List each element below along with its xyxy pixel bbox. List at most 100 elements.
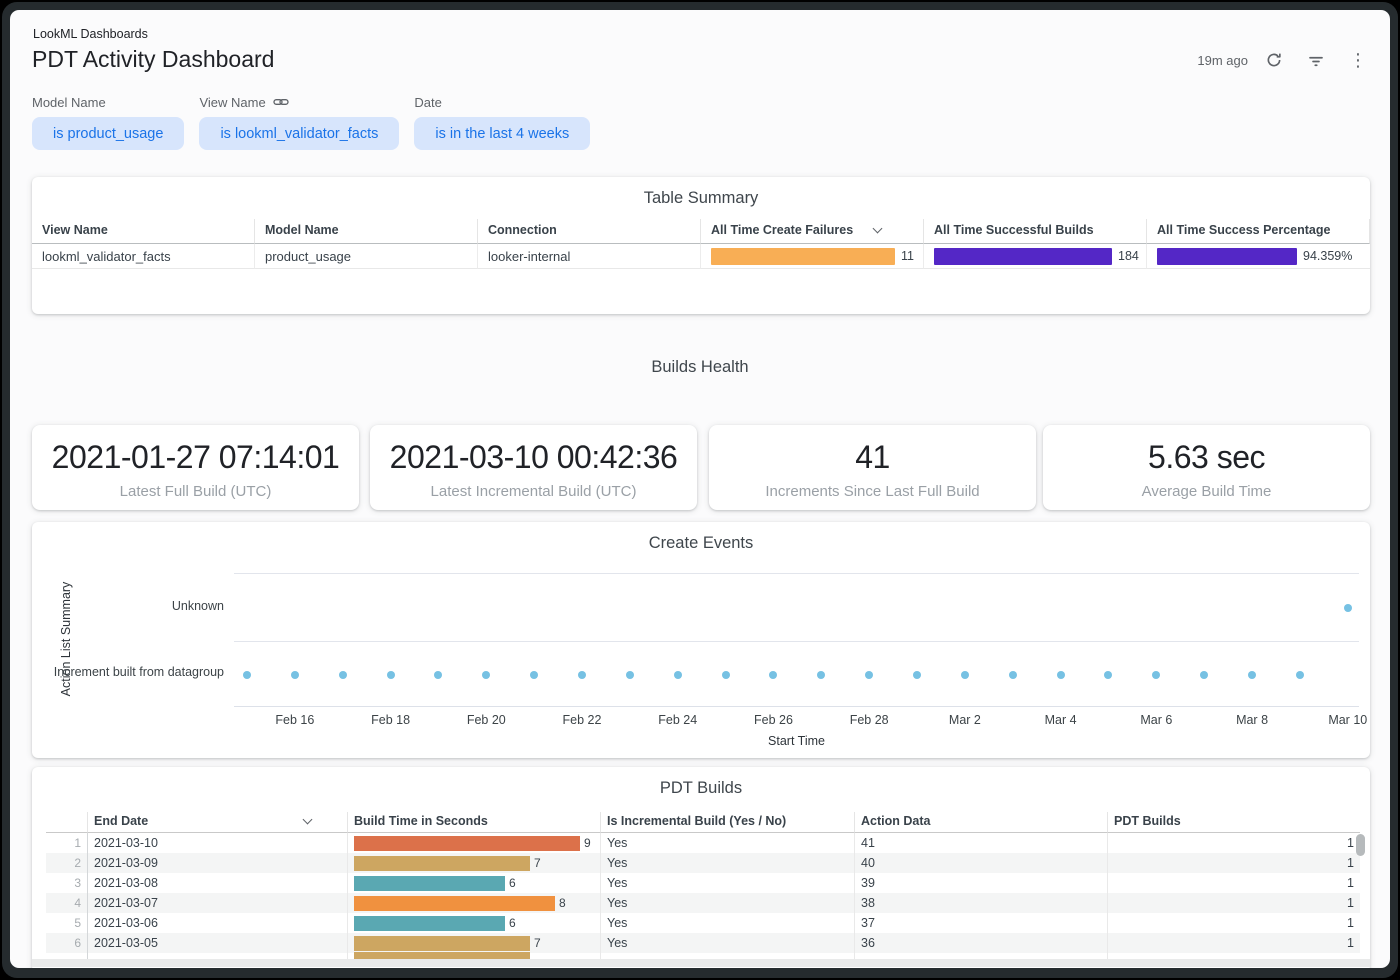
pdt-builds-rows: 1 2021-03-10 9 Yes 41 1 2 2021-03-09 7 Y… <box>46 833 1360 953</box>
y-category-increment: Increment built from datagroup <box>44 665 224 679</box>
create-failures-cell: 11 <box>701 244 924 269</box>
scrollbar-thumb[interactable] <box>1356 834 1365 856</box>
action-data-cell: 38 <box>855 893 1108 913</box>
pdt-builds-table: End Date Build Time in Seconds Is Increm… <box>46 812 1360 953</box>
action-data-cell: 36 <box>855 933 1108 953</box>
data-point <box>722 671 730 679</box>
filter-chip-date[interactable]: is in the last 4 weeks <box>414 117 590 150</box>
breadcrumb[interactable]: LookML Dashboards <box>33 27 148 41</box>
kpi-label: Average Build Time <box>1043 483 1370 500</box>
incremental-cell: Yes <box>601 853 855 873</box>
column-header-successful-builds[interactable]: All Time Successful Builds <box>924 219 1147 244</box>
column-header-build-time[interactable]: Build Time in Seconds <box>348 812 601 833</box>
data-point <box>674 671 682 679</box>
action-data-cell: 41 <box>855 833 1108 853</box>
data-point <box>1200 671 1208 679</box>
kpi-latest-incremental-build: 2021-03-10 00:42:36 Latest Incremental B… <box>370 425 697 510</box>
data-point <box>1248 671 1256 679</box>
end-date-cell: 2021-03-06 <box>88 913 348 933</box>
window-frame: LookML Dashboards PDT Activity Dashboard… <box>2 2 1398 978</box>
header-controls: 19m ago ⋮ <box>1197 48 1370 72</box>
create-failures-bar <box>711 248 895 265</box>
pdt-builds-cell: 1 <box>1108 913 1360 933</box>
data-point <box>1009 671 1017 679</box>
filter-view-name: View Name is lookml_validator_facts <box>199 94 399 150</box>
pdt-builds-cell: 1 <box>1108 933 1360 953</box>
column-header-connection[interactable]: Connection <box>478 219 701 244</box>
table-summary-card: Table Summary View Name Model Name Conne… <box>32 177 1370 314</box>
end-date-cell: 2021-03-09 <box>88 853 348 873</box>
success-percentage-bar <box>1157 248 1297 265</box>
data-point <box>1152 671 1160 679</box>
column-header-model-name[interactable]: Model Name <box>255 219 478 244</box>
horizontal-scrollbar[interactable] <box>32 959 1370 967</box>
incremental-cell: Yes <box>601 893 855 913</box>
data-point <box>913 671 921 679</box>
kpi-label: Latest Full Build (UTC) <box>32 483 359 500</box>
build-time-cell: 6 <box>348 913 601 933</box>
table-row: 5 2021-03-06 6 Yes 37 1 <box>46 913 1360 933</box>
filter-chip-view-name[interactable]: is lookml_validator_facts <box>199 117 399 150</box>
column-header-action-data[interactable]: Action Data <box>855 812 1108 833</box>
pdt-builds-cell: 1 <box>1108 853 1360 873</box>
table-row: 3 2021-03-08 6 Yes 39 1 <box>46 873 1360 893</box>
row-number: 3 <box>46 873 88 893</box>
vertical-scrollbar[interactable] <box>1356 834 1365 952</box>
x-tick-label: Mar 2 <box>925 713 1005 727</box>
last-refreshed-text: 19m ago <box>1197 53 1248 68</box>
kpi-latest-full-build: 2021-01-27 07:14:01 Latest Full Build (U… <box>32 425 359 510</box>
kpi-label: Increments Since Last Full Build <box>709 483 1036 500</box>
filter-chip-model-name[interactable]: is product_usage <box>32 117 184 150</box>
filter-date: Date is in the last 4 weeks <box>414 94 590 150</box>
refresh-icon[interactable] <box>1262 48 1286 72</box>
data-point <box>865 671 873 679</box>
build-time-cell: 8 <box>348 893 601 913</box>
table-row: 6 2021-03-05 7 Yes 36 1 <box>46 933 1360 953</box>
build-time-bar <box>354 876 505 891</box>
table-summary-title: Table Summary <box>32 177 1370 208</box>
incremental-cell: Yes <box>601 833 855 853</box>
build-time-bar <box>354 836 580 851</box>
row-number: 4 <box>46 893 88 913</box>
builds-health-title: Builds Health <box>10 358 1390 377</box>
view-name-cell: lookml_validator_facts <box>32 244 255 269</box>
filter-label: View Name <box>199 95 265 110</box>
build-time-bar <box>354 856 530 871</box>
connection-cell: looker-internal <box>478 244 701 269</box>
column-header-view-name[interactable]: View Name <box>32 219 255 244</box>
filter-icon[interactable] <box>1304 48 1328 72</box>
data-point <box>817 671 825 679</box>
end-date-cell: 2021-03-08 <box>88 873 348 893</box>
page-title: PDT Activity Dashboard <box>32 46 274 73</box>
data-point <box>291 671 299 679</box>
incremental-cell: Yes <box>601 913 855 933</box>
model-name-cell: product_usage <box>255 244 478 269</box>
column-header-incremental[interactable]: Is Incremental Build (Yes / No) <box>601 812 855 833</box>
row-number: 6 <box>46 933 88 953</box>
end-date-cell: 2021-03-10 <box>88 833 348 853</box>
incremental-cell: Yes <box>601 933 855 953</box>
column-header-pdt-builds[interactable]: PDT Builds <box>1108 812 1360 833</box>
pdt-builds-header-row: End Date Build Time in Seconds Is Increm… <box>46 812 1360 833</box>
table-summary-table: View Name Model Name Connection All Time… <box>32 219 1370 269</box>
kpi-label: Latest Incremental Build (UTC) <box>370 483 697 500</box>
create-events-plot <box>234 573 1359 707</box>
kpi-value: 2021-01-27 07:14:01 <box>32 439 359 476</box>
data-point <box>1296 671 1304 679</box>
kpi-average-build-time: 5.63 sec Average Build Time <box>1043 425 1370 510</box>
data-point <box>434 671 442 679</box>
more-vert-icon[interactable]: ⋮ <box>1346 48 1370 72</box>
x-tick-label: Feb 24 <box>638 713 718 727</box>
pdt-builds-card: PDT Builds End Date Build Time in Second… <box>32 767 1370 968</box>
x-tick-label: Mar 6 <box>1116 713 1196 727</box>
success-percentage-cell: 94.359% <box>1147 244 1370 269</box>
x-tick-label: Feb 22 <box>542 713 622 727</box>
table-row: 2 2021-03-09 7 Yes 40 1 <box>46 853 1360 873</box>
column-header-create-failures[interactable]: All Time Create Failures <box>701 219 924 244</box>
data-point <box>530 671 538 679</box>
column-header-end-date[interactable]: End Date <box>88 812 348 833</box>
column-header-success-percentage[interactable]: All Time Success Percentage <box>1147 219 1370 244</box>
table-row: 4 2021-03-07 8 Yes 38 1 <box>46 893 1360 913</box>
x-tick-label: Feb 18 <box>351 713 431 727</box>
gridline <box>234 641 1359 642</box>
